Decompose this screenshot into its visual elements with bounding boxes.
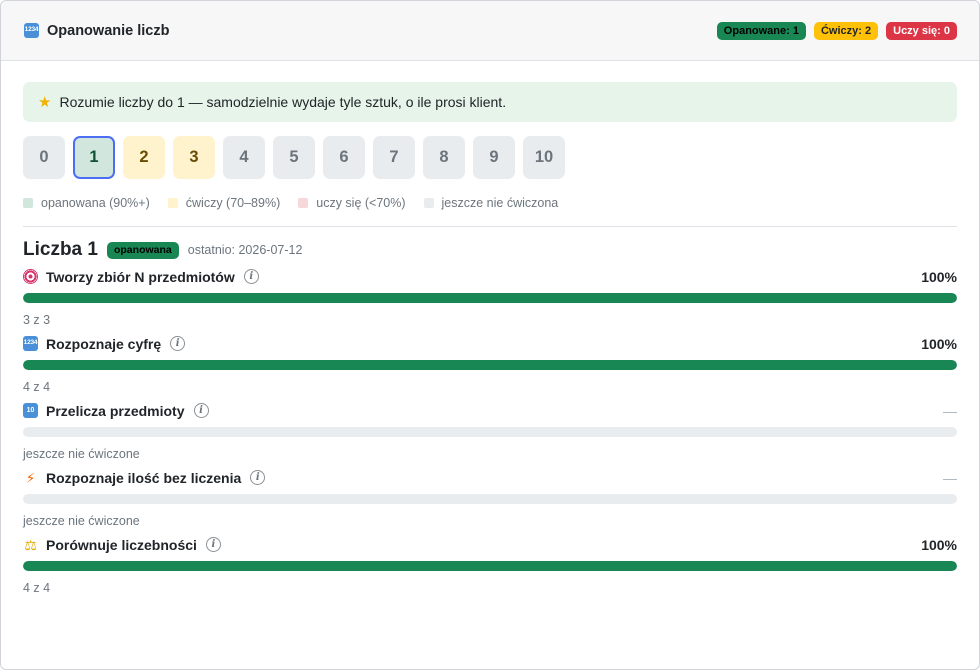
skill-percent: 100% bbox=[921, 536, 957, 553]
skill-row: 10 Przelicza przedmioty i — jeszcze nie … bbox=[23, 402, 957, 462]
legend-label-learning: uczy się (<70%) bbox=[316, 196, 406, 210]
skill-progress-bar bbox=[23, 293, 957, 303]
legend-swatch-mastered bbox=[23, 198, 33, 208]
card-body: ★ Rozumie liczby do 1 — samodzielnie wyd… bbox=[1, 61, 979, 596]
skill-row: 1234 Rozpoznaje cyfrę i 100% 4 z 4 bbox=[23, 335, 957, 395]
skill-progress-fill bbox=[23, 293, 957, 303]
skill-label: Rozpoznaje cyfrę bbox=[46, 335, 162, 352]
skill-progress-fill bbox=[23, 360, 957, 370]
info-icon[interactable]: i bbox=[193, 403, 209, 418]
numbers-icon: 1234 bbox=[23, 336, 38, 351]
number-button-2[interactable]: 2 bbox=[123, 136, 165, 179]
scales-icon: ⚖ bbox=[24, 536, 37, 553]
number-button-6[interactable]: 6 bbox=[323, 136, 365, 179]
info-icon[interactable]: i bbox=[170, 336, 186, 351]
number-button-9[interactable]: 9 bbox=[473, 136, 515, 179]
skill-name: 10 Przelicza przedmioty i bbox=[23, 403, 209, 419]
skill-name: ⚡ Rozpoznaje ilość bez liczenia i bbox=[23, 469, 266, 486]
number-button-5[interactable]: 5 bbox=[273, 136, 315, 179]
number-button-4[interactable]: 4 bbox=[223, 136, 265, 179]
skill-row: Tworzy zbiór N przedmiotów i 100% 3 z 3 bbox=[23, 268, 957, 328]
info-icon[interactable]: i bbox=[250, 470, 266, 485]
skill-count: 3 z 3 bbox=[23, 313, 51, 327]
skill-progress-bar bbox=[23, 360, 957, 370]
legend-item-learning: uczy się (<70%) bbox=[298, 196, 406, 210]
goal-text: Rozumie liczby do 1 — samodzielnie wydaj… bbox=[59, 94, 507, 110]
skill-name: Tworzy zbiór N przedmiotów i bbox=[23, 269, 259, 285]
skill-percent: 100% bbox=[921, 268, 957, 285]
skill-name: 1234 Rozpoznaje cyfrę i bbox=[23, 335, 186, 352]
number-button-3[interactable]: 3 bbox=[173, 136, 215, 179]
skill-name: ⚖ Porównuje liczebności i bbox=[23, 537, 221, 553]
legend-swatch-learning bbox=[298, 198, 309, 208]
target-icon bbox=[23, 269, 38, 284]
divider bbox=[23, 226, 957, 227]
skill-count: jeszcze nie ćwiczone bbox=[23, 514, 140, 528]
skill-count: 4 z 4 bbox=[23, 380, 51, 394]
skill-percent: — bbox=[943, 402, 957, 419]
skill-progress-bar bbox=[23, 561, 957, 571]
skill-header: 1234 Rozpoznaje cyfrę i 100% bbox=[23, 335, 957, 352]
skill-label: Rozpoznaje ilość bez liczenia bbox=[46, 469, 242, 486]
summary-badges: Opanowane: 1 Ćwiczy: 2 Uczy się: 0 bbox=[716, 21, 957, 40]
info-icon[interactable]: i bbox=[243, 269, 259, 284]
legend-swatch-untrained bbox=[423, 198, 434, 208]
legend-label-untrained: jeszcze nie ćwiczona bbox=[441, 196, 559, 210]
header-title-text: Opanowanie liczb bbox=[47, 22, 170, 39]
legend: opanowana (90%+) ćwiczy (70–89%) uczy si… bbox=[23, 196, 957, 210]
number-button-7[interactable]: 7 bbox=[373, 136, 415, 179]
mastered-count-badge: Opanowane: 1 bbox=[716, 21, 806, 40]
legend-item-untrained: jeszcze nie ćwiczona bbox=[423, 196, 559, 210]
selected-number-title: Liczba 1 bbox=[23, 239, 98, 260]
skill-header: ⚖ Porównuje liczebności i 100% bbox=[23, 536, 957, 553]
legend-swatch-practicing bbox=[167, 198, 178, 208]
legend-item-practicing: ćwiczy (70–89%) bbox=[167, 196, 281, 210]
skill-header: 10 Przelicza przedmioty i — bbox=[23, 402, 957, 419]
status-badge: opanowana bbox=[106, 241, 179, 259]
practicing-count-badge: Ćwiczy: 2 bbox=[813, 21, 879, 40]
selected-number-header: Liczba 1 opanowana ostatnio: 2026-07-12 bbox=[23, 239, 957, 261]
skill-percent: — bbox=[943, 469, 957, 486]
number-mastery-card: 1234 Opanowanie liczb Opanowane: 1 Ćwicz… bbox=[0, 0, 980, 670]
keycap-ten-icon: 10 bbox=[23, 403, 38, 418]
skill-count: 4 z 4 bbox=[23, 581, 51, 595]
lightning-icon: ⚡ bbox=[25, 469, 36, 486]
number-button-0[interactable]: 0 bbox=[23, 136, 65, 179]
header-title: 1234 Opanowanie liczb bbox=[24, 23, 169, 39]
last-practiced-date: ostatnio: 2026-07-12 bbox=[187, 243, 303, 257]
goal-banner: ★ Rozumie liczby do 1 — samodzielnie wyd… bbox=[23, 82, 957, 122]
skill-row: ⚡ Rozpoznaje ilość bez liczenia i — jesz… bbox=[23, 469, 957, 529]
info-icon[interactable]: i bbox=[205, 537, 221, 552]
skill-progress-bar bbox=[23, 427, 957, 437]
skill-progress-bar bbox=[23, 494, 957, 504]
skill-header: Tworzy zbiór N przedmiotów i 100% bbox=[23, 268, 957, 285]
skill-count: jeszcze nie ćwiczone bbox=[23, 447, 140, 461]
legend-label-mastered: opanowana (90%+) bbox=[41, 196, 150, 210]
star-icon: ★ bbox=[38, 93, 52, 111]
numbers-icon: 1234 bbox=[24, 23, 39, 38]
skill-label: Porównuje liczebności bbox=[46, 536, 197, 553]
skill-progress-fill bbox=[23, 561, 957, 571]
skill-label: Tworzy zbiór N przedmiotów bbox=[46, 268, 235, 285]
skill-label: Przelicza przedmioty bbox=[46, 402, 185, 419]
legend-label-practicing: ćwiczy (70–89%) bbox=[185, 196, 281, 210]
learning-count-badge: Uczy się: 0 bbox=[886, 21, 957, 40]
legend-item-mastered: opanowana (90%+) bbox=[23, 196, 150, 210]
number-button-10[interactable]: 10 bbox=[523, 136, 565, 179]
skill-header: ⚡ Rozpoznaje ilość bez liczenia i — bbox=[23, 469, 957, 486]
card-header: 1234 Opanowanie liczb Opanowane: 1 Ćwicz… bbox=[1, 1, 979, 61]
number-button-1[interactable]: 1 bbox=[73, 136, 115, 179]
number-selector: 0 1 2 3 4 5 6 7 8 9 10 bbox=[23, 136, 957, 179]
skill-percent: 100% bbox=[921, 335, 957, 352]
number-button-8[interactable]: 8 bbox=[423, 136, 465, 179]
skill-row: ⚖ Porównuje liczebności i 100% 4 z 4 bbox=[23, 536, 957, 596]
